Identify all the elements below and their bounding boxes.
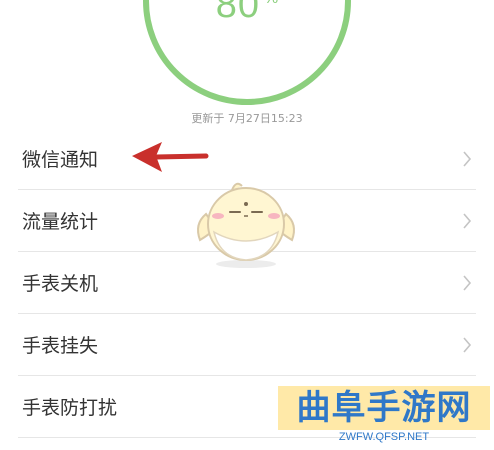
- battery-level: 80%: [142, 0, 352, 27]
- watch-settings-screen: 80% 更新于 7月27日15:23 微信通知 流量统计 手表关机 手表挂失 手…: [0, 0, 494, 450]
- chevron-right-icon: [463, 151, 472, 167]
- battery-percent-unit: %: [264, 0, 278, 7]
- site-watermark: 曲阜手游网 ZWFW.QFSP.NET: [278, 386, 490, 448]
- menu-item-report-lost[interactable]: 手表挂失: [0, 314, 494, 376]
- chevron-right-icon: [463, 213, 472, 229]
- menu-item-label: 手表防打扰: [22, 397, 118, 419]
- chevron-right-icon: [463, 275, 472, 291]
- menu-item-label: 手表关机: [22, 273, 99, 295]
- menu-item-label: 手表挂失: [22, 335, 99, 357]
- watermark-url: ZWFW.QFSP.NET: [338, 431, 430, 443]
- red-arrow-icon: [132, 142, 209, 172]
- battery-percent-value: 80: [215, 0, 261, 26]
- last-updated-text: 更新于 7月27日15:23: [191, 112, 303, 125]
- chick-mascot-icon: [197, 182, 295, 268]
- chevron-right-icon: [463, 337, 472, 353]
- menu-item-label: 微信通知: [22, 149, 99, 171]
- battery-gauge: 80%: [142, 0, 352, 106]
- watermark-title: 曲阜手游网: [296, 388, 472, 428]
- menu-item-label: 流量统计: [22, 211, 99, 233]
